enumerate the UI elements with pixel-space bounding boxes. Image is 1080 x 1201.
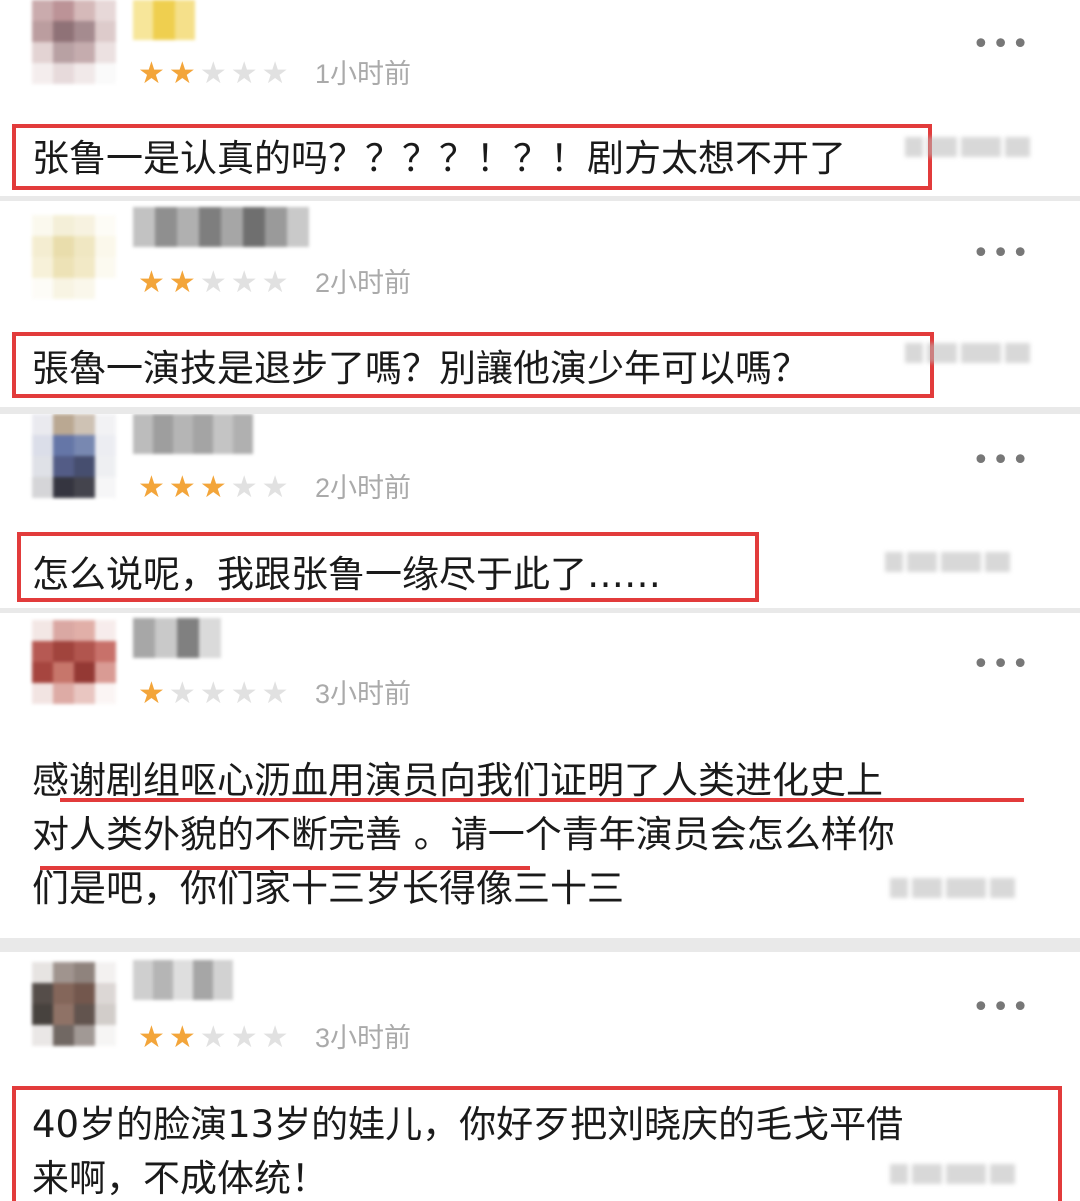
more-dots-icon[interactable]: ••• — [972, 30, 1031, 60]
star-icon: ★ — [138, 470, 165, 505]
review-meta — [890, 1164, 1040, 1184]
star-icon: ★ — [168, 265, 196, 300]
username[interactable] — [133, 207, 309, 247]
star-icon: ★ — [138, 265, 165, 300]
avatar[interactable] — [32, 962, 116, 1046]
rating-stars: ★ ★ ★ ★ ★ — [138, 472, 289, 504]
star-icon: ★ — [138, 1020, 165, 1055]
star-icon: ★ — [261, 676, 289, 711]
highlight-box — [12, 124, 932, 190]
review-text-line: 们是吧，你们家十三岁长得像三十三 — [32, 867, 624, 910]
username[interactable] — [133, 960, 233, 1000]
highlight-underline — [40, 866, 530, 870]
avatar[interactable] — [32, 215, 116, 299]
star-icon: ★ — [168, 1020, 196, 1055]
review-feed: ★ ★ ★ ★ ★ 1小时前 ••• 张鲁一是认真的吗？？？？！？！剧方太想不开了 ★ ★… — [0, 0, 1080, 1201]
avatar[interactable] — [32, 620, 116, 704]
more-dots-icon[interactable]: ••• — [972, 446, 1031, 476]
username[interactable] — [133, 414, 253, 454]
review-meta — [890, 878, 1040, 898]
star-icon: ★ — [230, 56, 258, 91]
star-icon: ★ — [230, 1020, 258, 1055]
username[interactable] — [133, 0, 195, 40]
more-dots-icon[interactable]: ••• — [972, 650, 1031, 680]
star-icon: ★ — [199, 470, 227, 505]
highlight-box — [17, 532, 759, 602]
more-dots-icon[interactable]: ••• — [972, 993, 1031, 1023]
star-icon: ★ — [199, 56, 227, 91]
star-icon: ★ — [168, 56, 196, 91]
review-card: ★ ★ ★ ★ ★ 1小时前 ••• 张鲁一是认真的吗？？？？！？！剧方太想不开了 — [0, 0, 1080, 196]
star-icon: ★ — [230, 265, 258, 300]
review-time: 2小时前 — [315, 473, 412, 503]
star-icon: ★ — [199, 676, 227, 711]
highlight-box — [12, 332, 934, 398]
username[interactable] — [133, 618, 228, 658]
review-meta — [885, 552, 1040, 572]
star-icon: ★ — [230, 676, 258, 711]
star-icon: ★ — [230, 470, 258, 505]
review-card: ★ ★ ★ ★ ★ 3小时前 ••• 40岁的脸演13岁的娃儿，你好歹把刘晓庆的毛戈平借… — [0, 952, 1080, 1201]
review-text: 感谢剧组呕心沥血用演员向我们证明了人类进化史上 对人类外貌的不断完善 。请一个青… — [32, 754, 895, 916]
review-meta — [905, 343, 1040, 363]
star-icon: ★ — [261, 265, 289, 300]
review-meta — [905, 137, 1040, 157]
more-dots-icon[interactable]: ••• — [972, 239, 1031, 269]
star-icon: ★ — [138, 56, 165, 91]
review-time: 2小时前 — [315, 268, 412, 298]
highlight-underline — [60, 798, 1024, 802]
rating-stars: ★ ★ ★ ★ ★ — [138, 58, 289, 90]
review-time: 3小时前 — [315, 1023, 412, 1053]
star-icon: ★ — [199, 265, 227, 300]
review-text-line: 对人类外貌的不断完善 。请一个青年演员会怎么样你 — [32, 813, 895, 856]
avatar[interactable] — [32, 0, 116, 84]
review-time: 3小时前 — [315, 679, 412, 709]
star-icon: ★ — [168, 470, 196, 505]
star-icon: ★ — [261, 1020, 289, 1055]
review-card: ★ ★ ★ ★ ★ 3小时前 ••• 感谢剧组呕心沥血用演员向我们证明了人类进化史上 对… — [0, 613, 1080, 938]
star-icon: ★ — [261, 470, 289, 505]
star-icon: ★ — [138, 676, 165, 711]
review-card: ★ ★ ★ ★ ★ 2小时前 ••• 張魯一演技是退步了嗎？別讓他演少年可以嗎？ — [0, 201, 1080, 407]
review-time: 1小时前 — [315, 59, 412, 89]
review-card: ★ ★ ★ ★ ★ 2小时前 ••• 怎么说呢，我跟张鲁一缘尽于此了…… — [0, 414, 1080, 608]
star-icon: ★ — [199, 1020, 227, 1055]
rating-stars: ★ ★ ★ ★ ★ — [138, 267, 289, 299]
avatar[interactable] — [32, 414, 116, 498]
rating-stars: ★ ★ ★ ★ ★ — [138, 678, 289, 710]
rating-stars: ★ ★ ★ ★ ★ — [138, 1022, 289, 1054]
star-icon: ★ — [261, 56, 289, 91]
star-icon: ★ — [168, 676, 196, 711]
